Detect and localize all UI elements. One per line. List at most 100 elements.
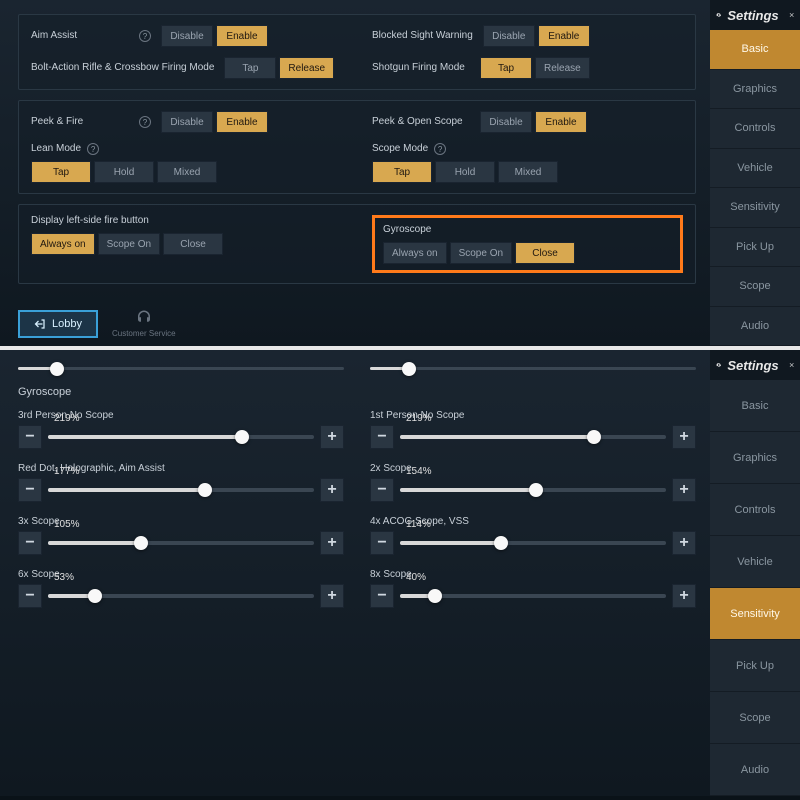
help-icon[interactable]: ? bbox=[87, 143, 99, 155]
minus-button[interactable]: − bbox=[18, 425, 42, 449]
minus-button[interactable]: − bbox=[370, 478, 394, 502]
slider-track[interactable]: 219% bbox=[400, 425, 666, 449]
aim-assist-toggle: Disable Enable bbox=[161, 25, 268, 47]
menu-item-vehicle[interactable]: Vehicle bbox=[710, 536, 800, 588]
plus-button[interactable]: + bbox=[672, 425, 696, 449]
blocked-sight-enable[interactable]: Enable bbox=[538, 25, 590, 47]
bolt-action-release[interactable]: Release bbox=[279, 57, 334, 79]
slider-value: 219% bbox=[406, 413, 432, 424]
menu-item-basic[interactable]: Basic bbox=[710, 30, 800, 70]
scope-mode-toggle: Tap Hold Mixed bbox=[372, 161, 683, 183]
minus-button[interactable]: − bbox=[18, 478, 42, 502]
shotgun-toggle: Tap Release bbox=[480, 57, 590, 79]
help-icon[interactable]: ? bbox=[139, 30, 151, 42]
bolt-action-tap[interactable]: Tap bbox=[224, 57, 276, 79]
menu-item-controls[interactable]: Controls bbox=[710, 109, 800, 149]
menu-item-audio[interactable]: Audio bbox=[710, 744, 800, 796]
scope-mode-label: Scope Mode bbox=[372, 143, 428, 155]
menu-bottom: BasicGraphicsControlsVehicleSensitivityP… bbox=[710, 380, 800, 796]
left-fire-toggle: Always on Scope On Close bbox=[31, 233, 342, 255]
menu-item-pick-up[interactable]: Pick Up bbox=[710, 640, 800, 692]
plus-button[interactable]: + bbox=[672, 584, 696, 608]
close-icon[interactable] bbox=[789, 357, 794, 373]
menu-item-sensitivity[interactable]: Sensitivity bbox=[710, 188, 800, 228]
peek-fire-disable[interactable]: Disable bbox=[161, 111, 213, 133]
minus-button[interactable]: − bbox=[370, 425, 394, 449]
aim-assist-disable[interactable]: Disable bbox=[161, 25, 213, 47]
aim-assist-enable[interactable]: Enable bbox=[216, 25, 268, 47]
slider-2-left: 3x Scope−105%+ bbox=[18, 516, 344, 555]
scope-mixed[interactable]: Mixed bbox=[498, 161, 558, 183]
peek-scope-disable[interactable]: Disable bbox=[480, 111, 532, 133]
menu-item-scope[interactable]: Scope bbox=[710, 267, 800, 307]
close-icon[interactable] bbox=[789, 7, 794, 23]
sensitivity-main-area: Gyroscope 3rd Person No Scope−219%+1st P… bbox=[0, 350, 710, 796]
slider-track[interactable]: 219% bbox=[48, 425, 314, 449]
lean-hold[interactable]: Hold bbox=[94, 161, 154, 183]
plus-button[interactable]: + bbox=[320, 531, 344, 555]
blocked-sight-toggle: Disable Enable bbox=[483, 25, 590, 47]
menu-item-graphics[interactable]: Graphics bbox=[710, 432, 800, 484]
slider-track[interactable]: 105% bbox=[48, 531, 314, 555]
gyro-scope[interactable]: Scope On bbox=[450, 242, 512, 264]
section-aim: Aim Assist ? Disable Enable Blocked Sigh… bbox=[18, 14, 696, 90]
lobby-button[interactable]: Lobby bbox=[18, 310, 98, 338]
shotgun-tap[interactable]: Tap bbox=[480, 57, 532, 79]
settings-title: Settings bbox=[727, 8, 778, 23]
minus-button[interactable]: − bbox=[370, 531, 394, 555]
slider-track[interactable]: 53% bbox=[48, 584, 314, 608]
gyro-always[interactable]: Always on bbox=[383, 242, 447, 264]
left-fire-scope[interactable]: Scope On bbox=[98, 233, 160, 255]
peek-fire-enable[interactable]: Enable bbox=[216, 111, 268, 133]
minus-button[interactable]: − bbox=[18, 584, 42, 608]
slider-track[interactable]: 40% bbox=[400, 584, 666, 608]
slider-track[interactable]: 154% bbox=[400, 478, 666, 502]
slider-track[interactable]: 114% bbox=[400, 531, 666, 555]
bottom-bar: Lobby Customer Service bbox=[18, 303, 696, 338]
aim-assist-label: Aim Assist bbox=[31, 30, 129, 42]
shotgun-release[interactable]: Release bbox=[535, 57, 590, 79]
menu-item-graphics[interactable]: Graphics bbox=[710, 70, 800, 110]
lean-mode-label: Lean Mode bbox=[31, 143, 81, 155]
menu-item-basic[interactable]: Basic bbox=[710, 380, 800, 432]
scope-tap[interactable]: Tap bbox=[372, 161, 432, 183]
slider-value: 154% bbox=[406, 466, 432, 477]
help-icon[interactable]: ? bbox=[434, 143, 446, 155]
scope-hold[interactable]: Hold bbox=[435, 161, 495, 183]
slider-track[interactable]: 177% bbox=[48, 478, 314, 502]
left-fire-always[interactable]: Always on bbox=[31, 233, 95, 255]
minus-button[interactable]: − bbox=[370, 584, 394, 608]
left-fire-close[interactable]: Close bbox=[163, 233, 223, 255]
plus-button[interactable]: + bbox=[320, 425, 344, 449]
lean-mixed[interactable]: Mixed bbox=[157, 161, 217, 183]
menu-item-vehicle[interactable]: Vehicle bbox=[710, 149, 800, 189]
plus-button[interactable]: + bbox=[320, 478, 344, 502]
section-fire-gyro: Display left-side fire button Always on … bbox=[18, 204, 696, 284]
plus-button[interactable]: + bbox=[672, 478, 696, 502]
slider-value: 40% bbox=[406, 572, 426, 583]
slider-1-right: 2x Scope−154%+ bbox=[370, 463, 696, 502]
menu-item-controls[interactable]: Controls bbox=[710, 484, 800, 536]
menu-item-audio[interactable]: Audio bbox=[710, 307, 800, 347]
bolt-action-toggle: Tap Release bbox=[224, 57, 334, 79]
gyro-close[interactable]: Close bbox=[515, 242, 575, 264]
slider-0-right: 1st Person No Scope−219%+ bbox=[370, 410, 696, 449]
mini-slider-right[interactable] bbox=[370, 364, 696, 374]
sidebar-top: Settings BasicGraphicsControlsVehicleSen… bbox=[710, 0, 800, 346]
customer-service-button[interactable]: Customer Service bbox=[112, 309, 176, 338]
gear-icon bbox=[716, 357, 721, 373]
sidebar-bottom: Settings BasicGraphicsControlsVehicleSen… bbox=[710, 350, 800, 796]
peek-scope-enable[interactable]: Enable bbox=[535, 111, 587, 133]
menu-item-pick-up[interactable]: Pick Up bbox=[710, 228, 800, 268]
plus-button[interactable]: + bbox=[320, 584, 344, 608]
menu-item-scope[interactable]: Scope bbox=[710, 692, 800, 744]
left-fire-label: Display left-side fire button bbox=[31, 215, 342, 227]
menu-item-sensitivity[interactable]: Sensitivity bbox=[710, 588, 800, 640]
minus-button[interactable]: − bbox=[18, 531, 42, 555]
lean-tap[interactable]: Tap bbox=[31, 161, 91, 183]
gyroscope-label: Gyroscope bbox=[383, 224, 672, 236]
blocked-sight-disable[interactable]: Disable bbox=[483, 25, 535, 47]
mini-slider-left[interactable] bbox=[18, 364, 344, 374]
plus-button[interactable]: + bbox=[672, 531, 696, 555]
help-icon[interactable]: ? bbox=[139, 116, 151, 128]
